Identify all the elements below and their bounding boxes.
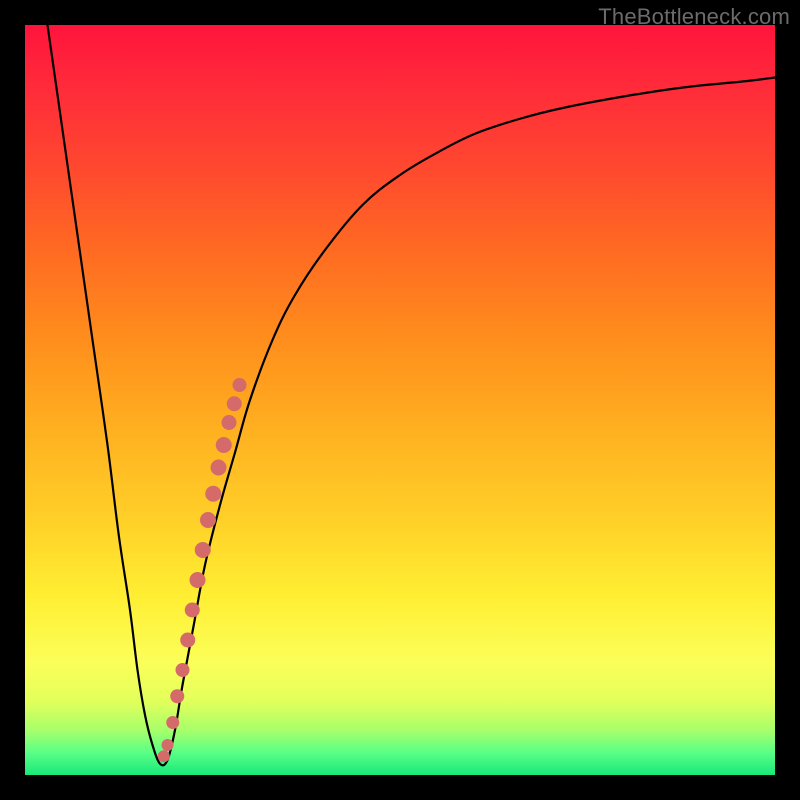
chart-frame: TheBottleneck.com	[0, 0, 800, 800]
highlight-marker	[195, 542, 211, 558]
highlight-marker	[222, 415, 237, 430]
highlight-marker	[185, 603, 200, 618]
watermark-text: TheBottleneck.com	[598, 4, 790, 30]
highlight-marker	[216, 437, 232, 453]
plot-area	[25, 25, 775, 775]
highlight-marker	[158, 750, 170, 762]
highlight-marker	[162, 739, 174, 751]
highlight-marker	[180, 633, 195, 648]
bottleneck-curve-path	[48, 25, 776, 765]
highlight-marker	[176, 663, 190, 677]
highlight-marker	[166, 716, 179, 729]
bottleneck-curve	[25, 25, 775, 775]
highlight-marker	[211, 460, 227, 476]
highlight-marker	[227, 396, 242, 411]
highlight-marker	[233, 378, 247, 392]
highlight-marker	[190, 572, 206, 588]
highlight-marker	[200, 512, 216, 528]
highlight-marker	[170, 689, 184, 703]
highlight-marker	[205, 486, 221, 502]
